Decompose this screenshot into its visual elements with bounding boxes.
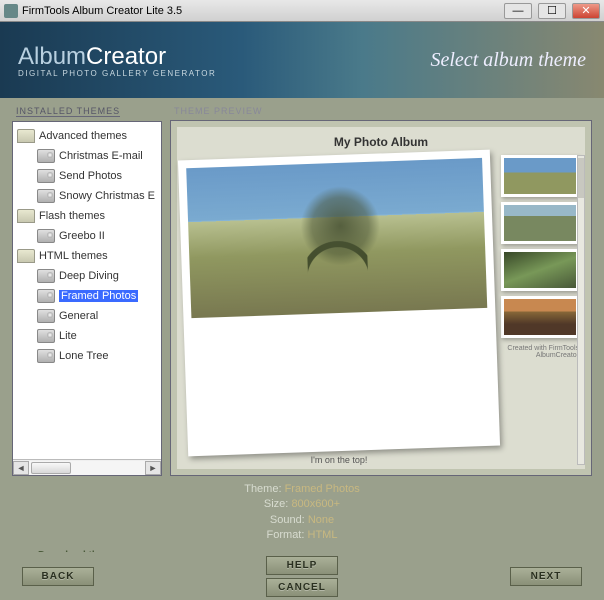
preview-album-title: My Photo Album [177, 127, 585, 155]
next-button[interactable]: NEXT [510, 567, 582, 586]
theme-tree: Advanced themes Christmas E-mail Send Ph… [12, 121, 162, 476]
theme-icon [37, 169, 55, 183]
back-button[interactable]: BACK [22, 567, 94, 586]
tree-category-flash[interactable]: Flash themes [15, 206, 159, 226]
tree-item[interactable]: Send Photos [15, 166, 159, 186]
preview-credit: Created with FirmTools AlbumCreator [501, 343, 579, 359]
theme-icon [37, 289, 55, 303]
preview-main-photo [186, 158, 487, 318]
scroll-left-arrow[interactable]: ◄ [13, 461, 29, 475]
close-button[interactable]: ✕ [572, 3, 600, 19]
help-button[interactable]: HELP [266, 556, 338, 575]
theme-metadata: Theme: Framed Photos Size: 800x600+ Soun… [12, 482, 592, 544]
preview-thumb[interactable] [501, 155, 579, 197]
window-titlebar: FirmTools Album Creator Lite 3.5 — ☐ ✕ [0, 0, 604, 22]
app-header: AlbumCreator DIGITAL PHOTO GALLERY GENER… [0, 22, 604, 98]
page-title: Select album theme [431, 49, 587, 72]
preview-thumb[interactable] [501, 296, 579, 338]
folder-icon [17, 129, 35, 143]
tab-theme-preview: THEME PREVIEW [174, 106, 263, 116]
theme-icon [37, 349, 55, 363]
tree-item[interactable]: Deep Diving [15, 266, 159, 286]
preview-main-photo-frame [178, 150, 500, 457]
scroll-right-arrow[interactable]: ► [145, 461, 161, 475]
preview-v-scrollbar[interactable] [577, 155, 585, 465]
preview-thumbnails: Created with FirmTools AlbumCreator [501, 155, 579, 465]
tree-item[interactable]: Lone Tree [15, 346, 159, 366]
app-icon [4, 4, 18, 18]
brand-subtitle: DIGITAL PHOTO GALLERY GENERATOR [18, 69, 216, 78]
tab-installed-themes[interactable]: INSTALLED THEMES [16, 106, 120, 117]
minimize-button[interactable]: — [504, 3, 532, 19]
tree-category-html[interactable]: HTML themes [15, 246, 159, 266]
tree-item[interactable]: Greebo II [15, 226, 159, 246]
folder-icon [17, 249, 35, 263]
maximize-button[interactable]: ☐ [538, 3, 566, 19]
theme-icon [37, 329, 55, 343]
theme-icon [37, 229, 55, 243]
cancel-button[interactable]: CANCEL [266, 578, 338, 597]
theme-icon [37, 149, 55, 163]
tree-h-scrollbar[interactable]: ◄ ► [13, 459, 161, 475]
tree-item[interactable]: General [15, 306, 159, 326]
preview-thumb[interactable] [501, 202, 579, 244]
tree-item-selected[interactable]: Framed Photos [15, 286, 159, 306]
preview-thumb[interactable] [501, 249, 579, 291]
window-title: FirmTools Album Creator Lite 3.5 [22, 5, 182, 17]
scroll-thumb[interactable] [31, 462, 71, 474]
theme-icon [37, 189, 55, 203]
brand-title: AlbumCreator [18, 43, 216, 71]
tree-item[interactable]: Lite [15, 326, 159, 346]
theme-icon [37, 269, 55, 283]
theme-preview-box: My Photo Album I'm on the top! Created w… [170, 120, 592, 476]
folder-icon [17, 209, 35, 223]
tree-category-advanced[interactable]: Advanced themes [15, 126, 159, 146]
tree-item[interactable]: Christmas E-mail [15, 146, 159, 166]
theme-icon [37, 309, 55, 323]
tree-item[interactable]: Snowy Christmas E [15, 186, 159, 206]
